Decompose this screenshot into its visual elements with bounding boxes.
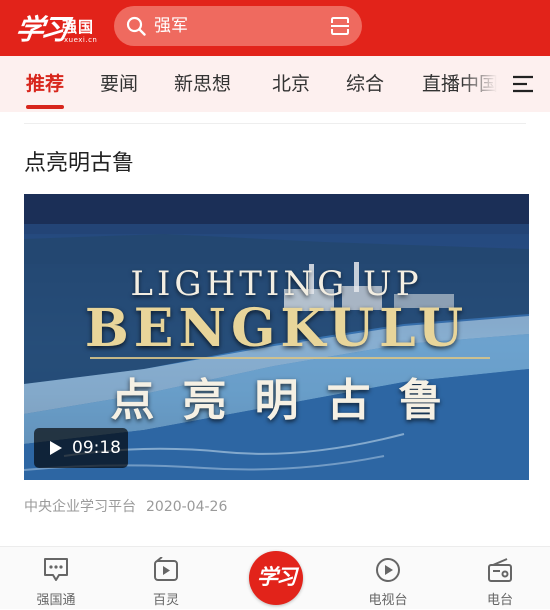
video-thumbnail[interactable]: LIGHTING UP BENGKULU 点亮明古鲁 09:18 xyxy=(24,194,529,480)
tab-recommend[interactable]: 推荐 xyxy=(26,72,64,96)
divider xyxy=(24,123,526,124)
nav-label-tv: 电视台 xyxy=(368,593,408,608)
article-title[interactable]: 点亮明古鲁 xyxy=(24,150,134,178)
video-play-icon xyxy=(154,557,178,581)
logo-name: 强国 xyxy=(62,18,95,36)
logo-sub: xuexi.cn xyxy=(64,36,98,44)
nav-label-radio: 电台 xyxy=(486,593,513,608)
nav-radio[interactable]: 电台 xyxy=(460,547,540,610)
tab-general[interactable]: 综合 xyxy=(346,72,384,96)
video-caption-cn: 点亮明古鲁 xyxy=(110,375,471,426)
scan-icon[interactable] xyxy=(330,16,350,36)
tab-beijing[interactable]: 北京 xyxy=(272,72,310,96)
search-bar[interactable]: 强军 xyxy=(114,6,362,46)
menu-icon[interactable] xyxy=(512,74,534,94)
video-duration: 09:18 xyxy=(72,438,121,458)
nav-bailing[interactable]: 百灵 xyxy=(126,547,206,610)
app-logo[interactable]: 学习 强国 xuexi.cn xyxy=(13,6,98,50)
article-source: 中央企业学习平台 xyxy=(24,499,136,515)
tab-fade xyxy=(462,56,506,112)
logo-script: 学习 xyxy=(13,13,69,46)
study-logo-button[interactable]: 学习 xyxy=(249,551,303,605)
tv-play-icon xyxy=(376,558,400,582)
search-placeholder[interactable]: 强军 xyxy=(154,15,188,37)
nav-label-bailing: 百灵 xyxy=(152,593,179,608)
nav-qiangguotong[interactable]: 强国通 xyxy=(16,547,96,610)
search-icon xyxy=(126,16,146,36)
active-tab-indicator xyxy=(26,105,64,109)
radio-icon xyxy=(488,558,512,582)
app-header: 学习 强国 xuexi.cn 强军 xyxy=(0,0,550,56)
nav-label-qiangguotong: 强国通 xyxy=(36,593,76,608)
nav-tv[interactable]: 电视台 xyxy=(348,547,428,610)
channel-tabs: 推荐 要闻 新思想 北京 综合 直播中国 xyxy=(0,56,550,112)
play-badge[interactable]: 09:18 xyxy=(34,428,128,468)
article-date: 2020-04-26 xyxy=(146,499,228,515)
play-icon xyxy=(50,441,62,455)
article-meta: 中央企业学习平台 2020-04-26 xyxy=(24,497,227,517)
caption-rule xyxy=(90,357,490,359)
video-caption-en-2: BENGKULU xyxy=(84,298,469,359)
tab-headlines[interactable]: 要闻 xyxy=(100,72,138,96)
chat-icon xyxy=(44,558,68,581)
tab-new-thought[interactable]: 新思想 xyxy=(174,72,231,96)
